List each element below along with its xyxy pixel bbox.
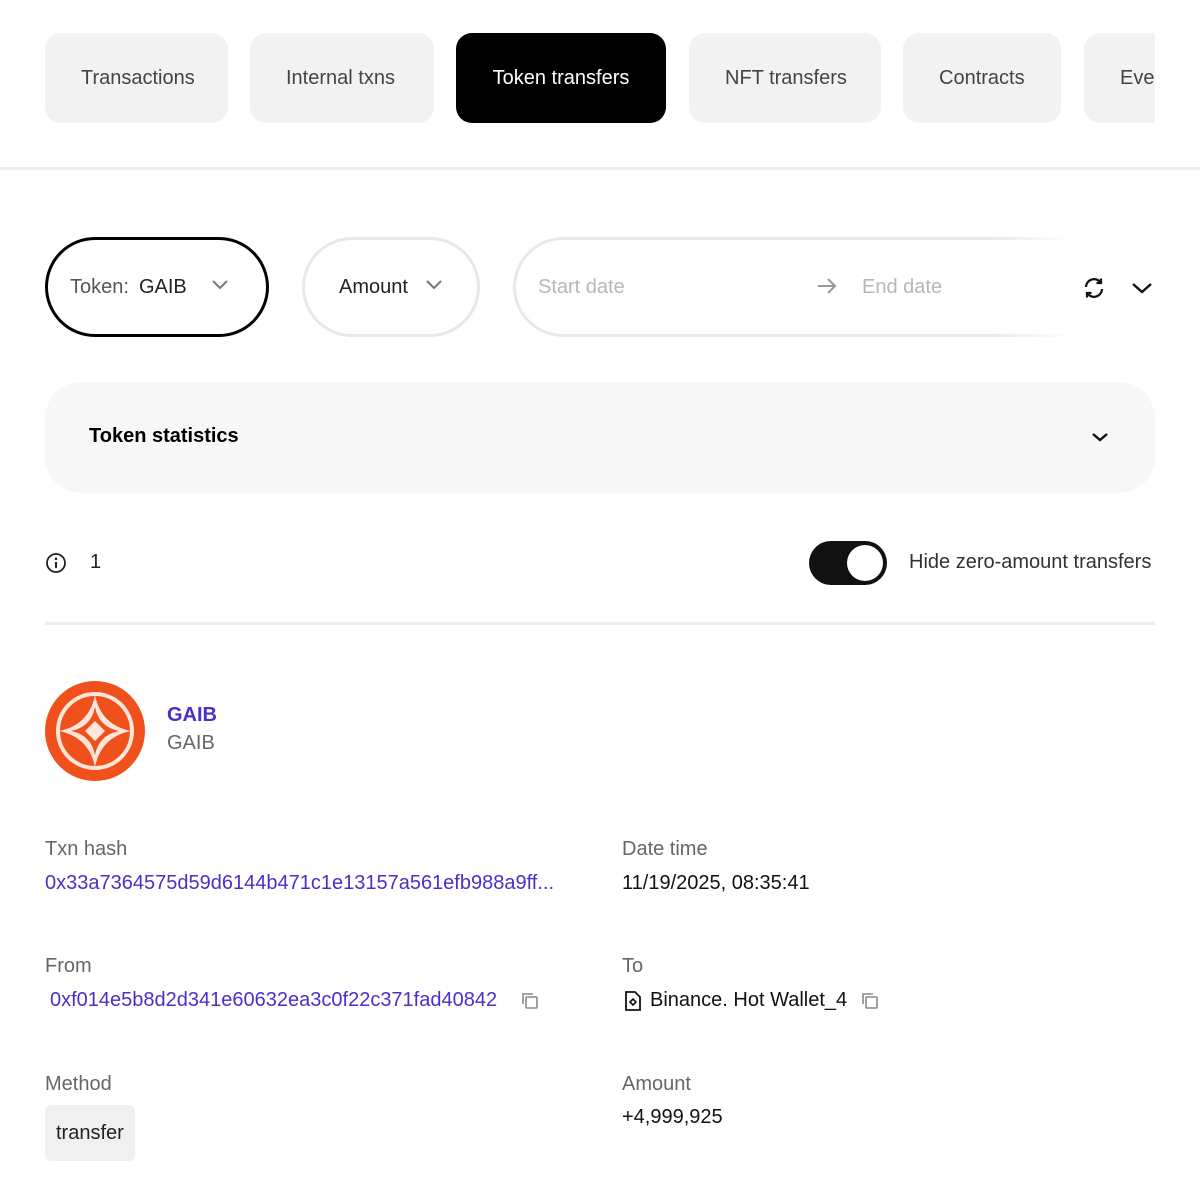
tabs-divider [0, 167, 1200, 170]
method-label: Method [45, 1073, 112, 1095]
date-range-picker[interactable]: Start date End date [513, 237, 1073, 337]
token-filter-label: Token: [70, 275, 129, 298]
chevron-down-icon [212, 280, 228, 290]
end-date-input[interactable]: End date [862, 276, 942, 299]
token-filter-dropdown[interactable]: Token: GAIB [45, 237, 269, 337]
datetime-value: 11/19/2025, 08:35:41 [622, 872, 810, 894]
arrow-right-icon [818, 278, 837, 294]
contract-icon [625, 991, 641, 1011]
hide-zero-amount-label: Hide zero-amount transfers [909, 551, 1152, 573]
toggle-knob [847, 545, 883, 581]
method-badge: transfer [45, 1105, 135, 1161]
amount-value: +4,999,925 [622, 1106, 723, 1128]
txn-hash-label: Txn hash [45, 838, 128, 860]
tab-contracts[interactable]: Contracts [903, 33, 1061, 123]
copy-icon[interactable] [860, 991, 880, 1011]
token-logo [45, 681, 145, 781]
tab-token-transfers[interactable]: Token transfers [456, 33, 666, 123]
from-label: From [45, 955, 92, 977]
amount-filter-label: Amount [339, 275, 408, 298]
txn-hash-link[interactable]: 0x33a7364575d59d6144b471c1e13157a561efb9… [45, 872, 554, 895]
hide-zero-amount-toggle[interactable] [809, 541, 887, 585]
expand-filters-chevron-icon[interactable] [1128, 276, 1156, 300]
tab-internal-txns[interactable]: Internal txns [250, 33, 434, 123]
start-date-input[interactable]: Start date [538, 276, 625, 299]
to-address-name[interactable]: Binance. Hot Wallet_4 [650, 989, 847, 1012]
info-icon[interactable] [45, 552, 67, 574]
tab-events[interactable]: Events [1084, 33, 1155, 123]
token-filter-value: GAIB [138, 275, 187, 298]
from-address-link[interactable]: 0xf014e5b8d2d341e60632ea3c0f22c371fad408… [50, 989, 497, 1012]
token-name-link[interactable]: GAIB [167, 704, 217, 727]
tab-nft-transfers[interactable]: NFT transfers [689, 33, 881, 123]
chevron-down-icon [426, 280, 442, 290]
datetime-label: Date time [622, 838, 708, 860]
tab-transactions[interactable]: Transactions [45, 33, 228, 123]
refresh-icon[interactable] [1080, 274, 1108, 302]
to-label: To [622, 955, 644, 977]
tab-bar: Transactions Internal txns Token transfe… [45, 33, 1155, 123]
token-symbol: GAIB [167, 732, 215, 754]
token-statistics-title: Token statistics [89, 425, 239, 447]
amount-label: Amount [622, 1073, 691, 1095]
result-count: 1 [90, 551, 102, 573]
list-divider [45, 622, 1155, 625]
chevron-down-icon [1092, 433, 1108, 442]
token-statistics-panel[interactable]: Token statistics [45, 382, 1155, 493]
copy-icon[interactable] [520, 991, 540, 1011]
amount-filter-dropdown[interactable]: Amount [302, 237, 480, 337]
